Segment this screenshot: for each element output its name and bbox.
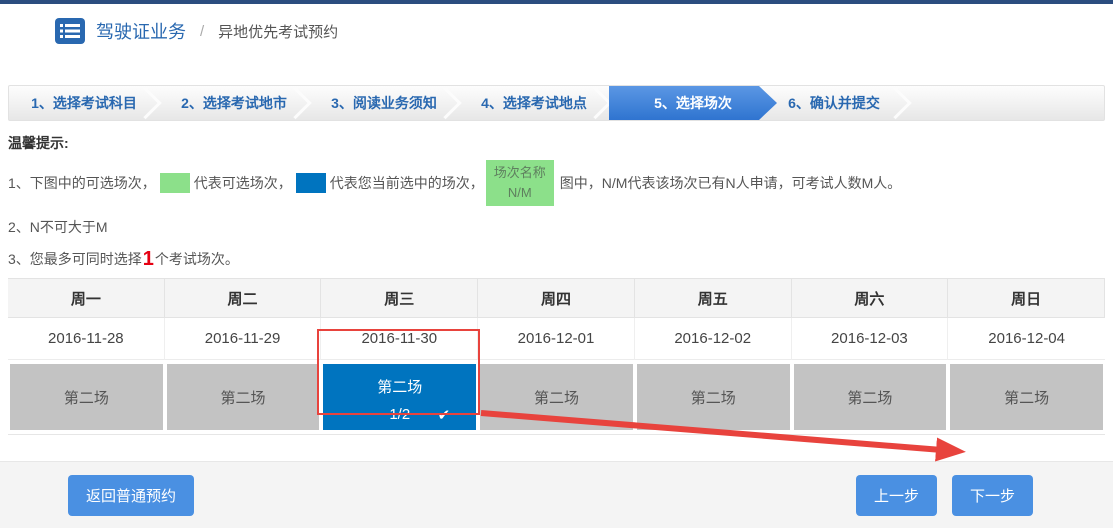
session-label: 第二场 xyxy=(691,387,736,408)
next-step-button[interactable]: 下一步 xyxy=(952,475,1033,516)
footer-bar: 返回普通预约 上一步 下一步 xyxy=(0,461,1113,528)
session-label: 第二场 xyxy=(64,387,109,408)
step-tab[interactable]: 6、确认并提交 xyxy=(759,86,909,120)
step-label: 3、阅读业务须知 xyxy=(331,93,437,113)
check-icon: ✔ xyxy=(438,406,451,424)
session-label: 第二场 xyxy=(847,387,892,408)
step-label: 6、确认并提交 xyxy=(788,93,880,113)
date-cell: 2016-11-30 xyxy=(321,318,478,360)
session-cell[interactable]: 第二场 ✔ xyxy=(478,360,635,434)
date-cell: 2016-12-02 xyxy=(635,318,792,360)
tips-section: 温馨提示: 1、下图中的可选场次， 代表可选场次， 代表您当前选中的场次， 场次… xyxy=(0,121,1113,274)
weekday-header-cell: 周日 xyxy=(948,278,1105,318)
session-label: 第二场 xyxy=(534,387,579,408)
available-color-swatch xyxy=(160,173,190,193)
tip3-prefix: 3、您最多可同时选择 xyxy=(8,249,142,269)
step-tab[interactable]: 4、选择考试地点 xyxy=(459,86,609,120)
session-label: 第二场 xyxy=(221,387,266,408)
date-cell: 2016-12-01 xyxy=(478,318,635,360)
weekday-header-cell: 周二 xyxy=(165,278,322,318)
back-to-normal-booking-button[interactable]: 返回普通预约 xyxy=(68,475,194,516)
breadcrumb-current: 异地优先考试预约 xyxy=(218,21,338,42)
session-example-box: 场次名称 N/M xyxy=(486,160,554,206)
session-cell[interactable]: 第二场 1/2 ✔ xyxy=(321,360,478,434)
weekday-header-cell: 周六 xyxy=(792,278,949,318)
step-tab[interactable]: 2、选择考试地市 xyxy=(159,86,309,120)
step-tab[interactable]: 5、选择场次 xyxy=(609,86,777,120)
weekday-header-cell: 周一 xyxy=(8,278,165,318)
tip1-text-1: 1、下图中的可选场次， xyxy=(8,173,156,193)
date-row: 2016-11-28 2016-11-29 2016-11-30 2016-12… xyxy=(8,318,1105,360)
tip-line-3: 3、您最多可同时选择 1 个考试场次。 xyxy=(8,249,1105,269)
session-label: 第二场 xyxy=(377,376,422,397)
date-cell: 2016-11-29 xyxy=(165,318,322,360)
breadcrumb: 驾驶证业务 / 异地优先考试预约 xyxy=(0,4,1113,58)
date-cell: 2016-11-28 xyxy=(8,318,165,360)
session-cell[interactable]: 第二场 ✔ xyxy=(8,360,165,434)
step-tab[interactable]: 1、选择考试科目 xyxy=(9,86,159,120)
page-title: 驾驶证业务 xyxy=(96,18,186,44)
tip1-text-3: 代表您当前选中的场次， xyxy=(330,173,484,193)
tip1-text-2: 代表可选场次， xyxy=(194,173,292,193)
weekday-header-cell: 周四 xyxy=(478,278,635,318)
step-label: 2、选择考试地市 xyxy=(181,93,287,113)
breadcrumb-separator: / xyxy=(200,23,204,40)
step-label: 5、选择场次 xyxy=(654,93,732,113)
footer-button-group: 上一步 下一步 xyxy=(856,475,1033,516)
weekday-header-cell: 周三 xyxy=(321,278,478,318)
selected-color-swatch xyxy=(296,173,326,193)
tip1-text-4: 图中，N/M代表该场次已有N人申请，可考试人数M人。 xyxy=(560,173,901,193)
weekday-header-cell: 周五 xyxy=(635,278,792,318)
tip-line-2: 2、N不可大于M xyxy=(8,217,1105,237)
session-row: 第二场 ✔ 第二场 ✔ xyxy=(8,360,1105,435)
max-select-count: 1 xyxy=(142,250,155,268)
previous-step-button[interactable]: 上一步 xyxy=(856,475,937,516)
example-session-ratio: N/M xyxy=(508,183,532,203)
step-bar: 1、选择考试科目 2、选择考试地市 3、阅读业务须知 4、选择考试地点 5、选择… xyxy=(8,85,1105,121)
tip-line-1: 1、下图中的可选场次， 代表可选场次， 代表您当前选中的场次， 场次名称 N/M… xyxy=(8,159,1105,207)
date-cell: 2016-12-03 xyxy=(792,318,949,360)
session-label: 第二场 xyxy=(1004,387,1049,408)
schedule-table: 周一 周二 周三 周四 周五 周六 周日 2016-11-28 2016-11-… xyxy=(8,278,1105,435)
step-tab[interactable]: 3、阅读业务须知 xyxy=(309,86,459,120)
session-cell[interactable]: 第二场 ✔ xyxy=(165,360,322,434)
step-label: 4、选择考试地点 xyxy=(481,93,587,113)
date-cell: 2016-12-04 xyxy=(948,318,1105,360)
tip3-suffix: 个考试场次。 xyxy=(155,249,239,269)
session-cell[interactable]: 第二场 ✔ xyxy=(948,360,1105,434)
step-label: 1、选择考试科目 xyxy=(31,93,137,113)
session-cell[interactable]: 第二场 ✔ xyxy=(792,360,949,434)
session-cell[interactable]: 第二场 ✔ xyxy=(635,360,792,434)
list-icon xyxy=(55,18,85,44)
tips-heading: 温馨提示: xyxy=(8,130,1105,153)
weekday-header-row: 周一 周二 周三 周四 周五 周六 周日 xyxy=(8,278,1105,318)
session-count: 1/2 xyxy=(389,406,410,423)
example-session-title: 场次名称 xyxy=(494,163,546,183)
